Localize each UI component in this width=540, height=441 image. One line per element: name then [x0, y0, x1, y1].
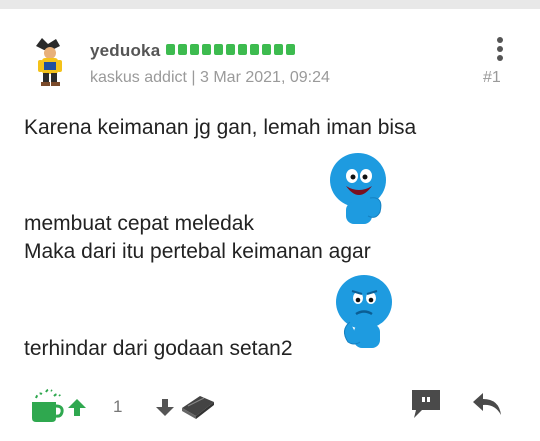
post-text-line: terhindar dari godaan setan2 [24, 337, 293, 360]
rep-dot [238, 44, 247, 55]
rep-dot [274, 44, 283, 55]
rep-dot [226, 44, 235, 55]
post-meta: kaskus addict | 3 Mar 2021, 09:24 [90, 69, 330, 87]
rep-dot [166, 44, 175, 55]
username-link[interactable]: yeduoka [90, 41, 160, 61]
cendol-icon[interactable] [30, 388, 64, 429]
rep-dot [262, 44, 271, 55]
avatar[interactable] [28, 36, 72, 88]
downvote-icon[interactable] [155, 397, 175, 422]
post-text-line: Karena keimanan jg gan, lemah iman bisa [24, 116, 417, 139]
comment-icon[interactable] [410, 388, 442, 425]
rep-dot [190, 44, 199, 55]
rep-dot [202, 44, 211, 55]
upvote-count: 1 [113, 397, 123, 416]
blue-happy-emoticon [328, 150, 392, 233]
blue-sad-emoticon [330, 272, 394, 359]
more-options-icon[interactable] [492, 36, 508, 64]
rep-dot [250, 44, 259, 55]
post-text-line: Maka dari itu pertebal keimanan agar [24, 240, 371, 263]
post-text-line: membuat cepat meledak [24, 212, 254, 235]
reply-icon[interactable] [471, 391, 503, 422]
post-date: 3 Mar 2021, 09:24 [200, 69, 330, 86]
top-divider [0, 0, 540, 9]
reputation-bar [166, 44, 295, 55]
upvote-icon[interactable] [67, 398, 87, 423]
rep-dot [214, 44, 223, 55]
meta-separator: | [191, 69, 196, 86]
user-rank: kaskus addict [90, 69, 187, 86]
rep-dot [286, 44, 295, 55]
rep-dot [178, 44, 187, 55]
post-number[interactable]: #1 [483, 69, 501, 87]
bata-icon[interactable] [178, 390, 216, 425]
